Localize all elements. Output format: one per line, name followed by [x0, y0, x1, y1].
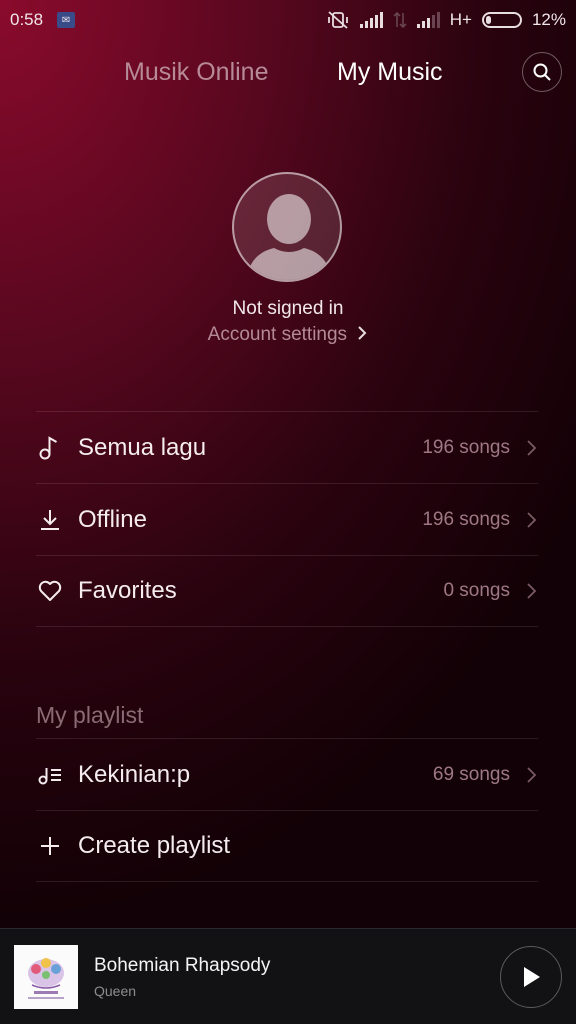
status-bar: 0:58 ✉ H+ 12%	[0, 0, 576, 40]
chevron-right-icon	[527, 511, 537, 528]
network-type: H+	[449, 10, 472, 29]
plus-icon	[36, 832, 64, 860]
battery-level: 12%	[531, 10, 566, 29]
user-silhouette-icon	[246, 194, 332, 280]
create-playlist-label: Create playlist	[78, 832, 231, 859]
song-count: 69 songs	[432, 763, 510, 785]
tab-musik-online[interactable]: Musik Online	[124, 58, 269, 87]
search-icon	[533, 63, 551, 81]
section-heading-my-playlist: My playlist	[36, 702, 144, 728]
album-cover[interactable]	[14, 944, 78, 1009]
data-transfer-icon	[393, 11, 407, 29]
song-count: 196 songs	[422, 436, 510, 458]
play-icon	[524, 967, 540, 987]
avatar[interactable]	[232, 172, 342, 282]
account-settings-label: Account settings	[207, 324, 348, 345]
list-item-offline[interactable]: Offline 196 songs	[36, 483, 538, 555]
account-settings-link[interactable]: Account settings	[0, 324, 576, 346]
search-button[interactable]	[522, 52, 562, 92]
list-item-label: Semua lagu	[78, 433, 207, 461]
list-item-label: Favorites	[78, 577, 177, 604]
music-note-icon	[36, 434, 64, 462]
heart-icon	[36, 577, 64, 605]
now-playing-bar[interactable]: Bohemian Rhapsody Queen	[0, 928, 576, 1024]
messenger-notification-icon: ✉	[57, 12, 76, 28]
track-title: Bohemian Rhapsody	[94, 954, 271, 976]
download-icon	[36, 506, 64, 534]
chevron-right-icon	[358, 326, 367, 340]
battery-icon	[481, 12, 522, 28]
tab-my-music[interactable]: My Music	[337, 58, 443, 87]
vibrate-muted-icon	[327, 11, 348, 29]
track-artist: Queen	[94, 982, 137, 999]
track-info[interactable]: Bohemian Rhapsody Queen	[94, 955, 270, 999]
playlist-icon	[36, 761, 64, 789]
sign-in-status: Not signed in	[232, 298, 344, 319]
list-item-label: Kekinian:p	[78, 760, 191, 788]
song-count: 196 songs	[422, 508, 510, 530]
create-playlist-button[interactable]: Create playlist	[36, 810, 538, 882]
song-count: 0 songs	[443, 580, 510, 601]
list-item-label: Offline	[78, 505, 147, 533]
status-time: 0:58	[10, 10, 44, 29]
play-button[interactable]	[500, 946, 562, 1008]
chevron-right-icon	[527, 439, 537, 456]
chevron-right-icon	[527, 583, 537, 599]
list-item-favorites[interactable]: Favorites 0 songs	[36, 555, 538, 627]
chevron-right-icon	[527, 766, 537, 783]
signal-sim1-icon	[359, 12, 383, 28]
list-item-semua-lagu[interactable]: Semua lagu 196 songs	[36, 411, 538, 483]
list-item-playlist[interactable]: Kekinian:p 69 songs	[36, 738, 538, 810]
header-tabs: Musik Online My Music	[0, 50, 576, 96]
signal-sim2-icon	[416, 12, 440, 28]
album-art-crest	[14, 944, 78, 1009]
